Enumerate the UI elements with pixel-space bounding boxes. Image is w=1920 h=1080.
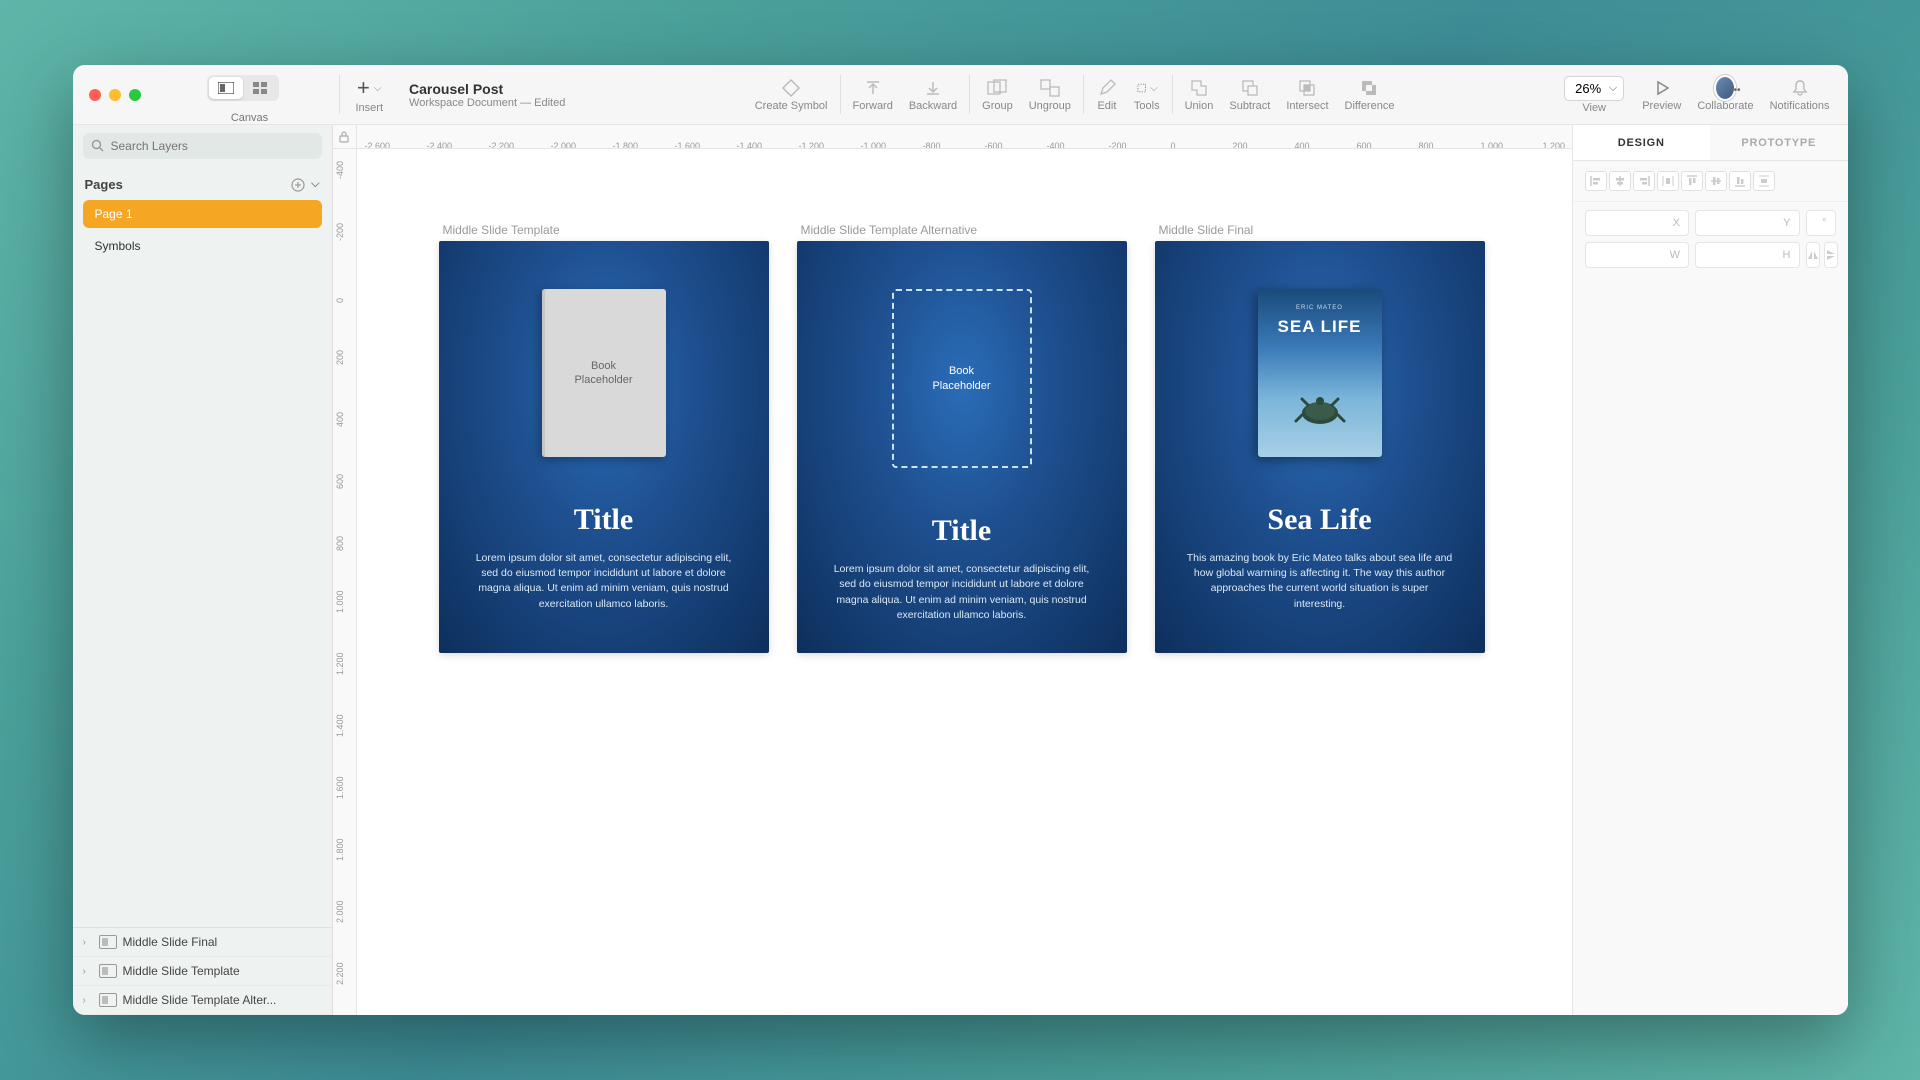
pages-header: Pages ⌵ xyxy=(73,167,332,198)
distribute-v-button[interactable] xyxy=(1753,171,1775,191)
artboard-label[interactable]: Middle Slide Final xyxy=(1159,223,1254,237)
subtract-button[interactable]: Subtract xyxy=(1221,65,1278,124)
layer-item[interactable]: › Middle Slide Template Alter... xyxy=(73,986,332,1015)
minimize-button[interactable] xyxy=(109,89,121,101)
edit-button[interactable]: Edit xyxy=(1088,65,1126,124)
canvas[interactable]: Middle Slide Template Book Placeholder T… xyxy=(357,149,1572,1015)
view-menu[interactable]: 26% View xyxy=(1554,65,1634,124)
chevron-right-icon[interactable]: › xyxy=(83,966,93,977)
collapse-pages-button[interactable]: ⌵ xyxy=(311,178,319,192)
chevron-down-icon: ⌵ xyxy=(374,83,382,94)
chevron-right-icon[interactable]: › xyxy=(83,995,93,1006)
preview-button[interactable]: Preview xyxy=(1634,65,1689,124)
ungroup-button[interactable]: Ungroup xyxy=(1021,65,1079,124)
insert-menu[interactable]: +⌵ Insert xyxy=(344,65,396,124)
create-symbol-button[interactable]: Create Symbol xyxy=(747,65,836,124)
document-subtitle: Workspace Document — Edited xyxy=(409,97,581,109)
document-title-area: Carousel Post Workspace Document — Edite… xyxy=(395,65,595,124)
page-item-symbols[interactable]: Symbols xyxy=(83,232,322,260)
view-toggle-group: Canvas xyxy=(165,65,335,124)
collaborate-button[interactable]: ••• Collaborate xyxy=(1689,65,1761,124)
turtle-icon xyxy=(1290,393,1350,429)
flip-h-button[interactable] xyxy=(1806,242,1820,268)
close-button[interactable] xyxy=(89,89,101,101)
w-field[interactable]: W xyxy=(1585,242,1690,268)
inspector-panel: DESIGN PROTOTYPE X Y ° W H xyxy=(1572,125,1848,1015)
artboard-label[interactable]: Middle Slide Template Alternative xyxy=(801,223,978,237)
plus-icon: + xyxy=(357,75,370,101)
canvas-area: -2.600-2.400-2.200-2.000-1.800-1.600-1.4… xyxy=(333,125,1572,1015)
h-field[interactable]: H xyxy=(1695,242,1800,268)
group-button[interactable]: Group xyxy=(974,65,1021,124)
zoom-button[interactable] xyxy=(129,89,141,101)
artboard-icon xyxy=(99,964,117,978)
canvas-label: Canvas xyxy=(231,112,268,124)
transform-fields: X Y ° W H xyxy=(1573,202,1848,276)
search-icon xyxy=(91,139,104,152)
artboard-template[interactable]: Book Placeholder Title Lorem ipsum dolor… xyxy=(439,241,769,653)
page-item-page1[interactable]: Page 1 xyxy=(83,200,322,228)
book-placeholder-dashed: Book Placeholder xyxy=(892,289,1032,468)
align-bottom-button[interactable] xyxy=(1729,171,1751,191)
x-field[interactable]: X xyxy=(1585,210,1690,236)
add-page-button[interactable] xyxy=(291,178,305,192)
document-title: Carousel Post xyxy=(409,81,581,97)
slide-body: Lorem ipsum dolor sit amet, consectetur … xyxy=(827,562,1097,623)
traffic-lights xyxy=(73,65,165,124)
union-button[interactable]: Union xyxy=(1177,65,1222,124)
slide-body: This amazing book by Eric Mateo talks ab… xyxy=(1185,551,1455,612)
search-input[interactable] xyxy=(83,133,322,159)
app-window: Canvas +⌵ Insert Carousel Post Workspace… xyxy=(73,65,1848,1015)
toolbar: Canvas +⌵ Insert Carousel Post Workspace… xyxy=(73,65,1848,125)
distribute-h-button[interactable] xyxy=(1657,171,1679,191)
bell-icon xyxy=(1789,77,1811,99)
tab-design[interactable]: DESIGN xyxy=(1573,125,1711,160)
y-field[interactable]: Y xyxy=(1695,210,1800,236)
layer-item[interactable]: › Middle Slide Template xyxy=(73,957,332,986)
artboard-final[interactable]: ERIC MATEO SEA LIFE Sea Life This amazin… xyxy=(1155,241,1485,653)
notifications-button[interactable]: Notifications xyxy=(1762,65,1848,124)
inspector-tabs: DESIGN PROTOTYPE xyxy=(1573,125,1848,161)
backward-button[interactable]: Backward xyxy=(901,65,965,124)
search-layers[interactable] xyxy=(83,133,322,159)
artboard-icon xyxy=(99,935,117,949)
slide-title: Title xyxy=(574,503,633,537)
book-cover: ERIC MATEO SEA LIFE xyxy=(1258,289,1382,457)
ruler-horizontal: -2.600-2.400-2.200-2.000-1.800-1.600-1.4… xyxy=(333,125,1572,149)
canvas-view-button[interactable] xyxy=(209,77,243,99)
avatar: ••• xyxy=(1714,75,1736,101)
grid-view-button[interactable] xyxy=(243,77,277,99)
artboard-label[interactable]: Middle Slide Template xyxy=(443,223,560,237)
tools-menu[interactable]: ⌵ Tools xyxy=(1126,65,1168,124)
lock-icon[interactable] xyxy=(333,125,357,148)
book-placeholder: Book Placeholder xyxy=(542,289,666,457)
artboard-template-alt[interactable]: Book Placeholder Title Lorem ipsum dolor… xyxy=(797,241,1127,653)
alignment-controls xyxy=(1573,161,1848,202)
artboard-icon xyxy=(99,993,117,1007)
align-right-button[interactable] xyxy=(1633,171,1655,191)
ruler-vertical: -400-20002004006008001.0001.2001.4001.60… xyxy=(333,149,357,1015)
rotation-field[interactable]: ° xyxy=(1806,210,1836,236)
align-hcenter-button[interactable] xyxy=(1609,171,1631,191)
body: Pages ⌵ Page 1 Symbols › Middle Slide Fi… xyxy=(73,125,1848,1015)
align-vcenter-button[interactable] xyxy=(1705,171,1727,191)
tab-prototype[interactable]: PROTOTYPE xyxy=(1710,125,1848,160)
left-panel: Pages ⌵ Page 1 Symbols › Middle Slide Fi… xyxy=(73,125,333,1015)
slide-title: Sea Life xyxy=(1267,503,1371,537)
slide-body: Lorem ipsum dolor sit amet, consectetur … xyxy=(469,551,739,612)
align-left-button[interactable] xyxy=(1585,171,1607,191)
flip-v-button[interactable] xyxy=(1824,242,1838,268)
layer-item[interactable]: › Middle Slide Final xyxy=(73,928,332,957)
zoom-select[interactable]: 26% xyxy=(1564,76,1624,101)
align-top-button[interactable] xyxy=(1681,171,1703,191)
chevron-down-icon: ⌵ xyxy=(1150,83,1158,94)
layer-list: › Middle Slide Final › Middle Slide Temp… xyxy=(73,927,332,1015)
slide-title: Title xyxy=(932,514,991,548)
chevron-right-icon[interactable]: › xyxy=(83,937,93,948)
forward-button[interactable]: Forward xyxy=(845,65,901,124)
intersect-button[interactable]: Intersect xyxy=(1278,65,1336,124)
difference-button[interactable]: Difference xyxy=(1337,65,1403,124)
